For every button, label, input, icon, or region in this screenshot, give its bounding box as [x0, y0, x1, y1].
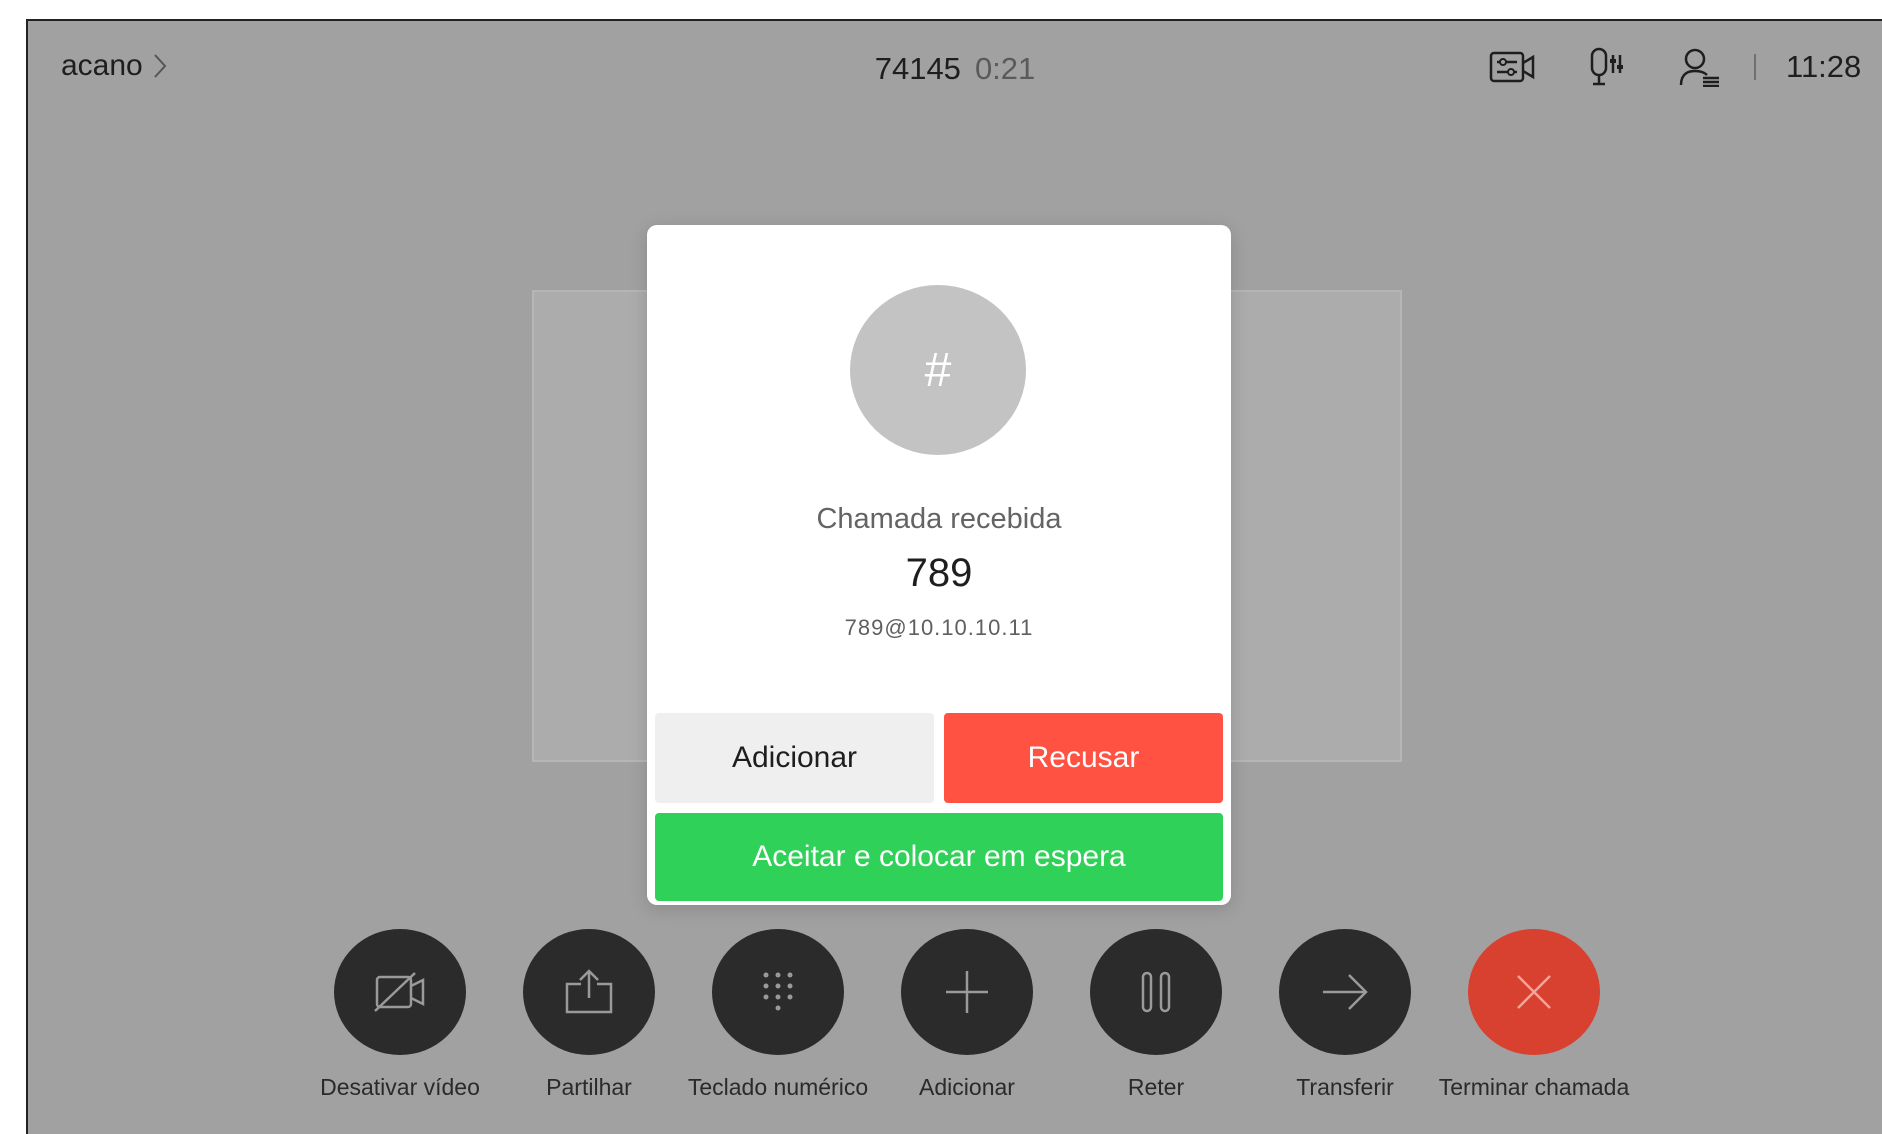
keypad-button-circle[interactable] [712, 929, 844, 1055]
caller-uri: 789@10.10.10.11 [844, 615, 1034, 640]
hold-button[interactable]: Reter [1056, 929, 1256, 1103]
participants-icon[interactable] [1676, 45, 1724, 89]
clock: 11:28 [1786, 49, 1862, 84]
transfer-button-circle[interactable] [1279, 929, 1411, 1055]
video-off-button[interactable]: Desativar vídeo [300, 929, 500, 1103]
status-area: 11:28 [1442, 45, 1882, 89]
end-call-button-circle[interactable] [1468, 929, 1600, 1055]
close-icon [1517, 975, 1551, 1009]
control-label: Adicionar [919, 1074, 1015, 1100]
incoming-call-title: Chamada recebida [816, 503, 1062, 535]
control-label: Reter [1127, 1074, 1185, 1100]
pause-icon [1141, 971, 1171, 1013]
hold-button-circle[interactable] [1090, 929, 1222, 1055]
plus-icon [946, 971, 988, 1013]
top-bar: acano 74145 0:21 11:28 [28, 21, 1882, 117]
end-call-button[interactable]: Terminar chamada [1434, 929, 1634, 1103]
status-divider [1754, 54, 1756, 80]
share-icon [565, 969, 613, 1014]
add-button[interactable]: Adicionar [867, 929, 1067, 1103]
video-off-button-circle[interactable] [334, 929, 466, 1055]
accept-and-hold-button[interactable]: Aceitar e colocar em espera [655, 813, 1223, 901]
decline-button[interactable]: Recusar [944, 713, 1223, 803]
video-off-icon [374, 972, 425, 1012]
control-label: Terminar chamada [1438, 1074, 1630, 1100]
add-call-button[interactable]: Adicionar [655, 713, 934, 803]
caller-name: 789 [905, 551, 973, 595]
call-number: 74145 [874, 51, 961, 86]
add-button-circle[interactable] [901, 929, 1033, 1055]
keypad-icon [763, 972, 793, 1011]
call-duration: 0:21 [974, 51, 1036, 86]
keypad-button[interactable]: Teclado numérico [678, 929, 878, 1103]
microphone-settings-icon[interactable] [1582, 45, 1630, 89]
transfer-button[interactable]: Transferir [1245, 929, 1445, 1103]
control-label: Teclado numérico [687, 1074, 869, 1100]
avatar: # [850, 285, 1026, 455]
control-label: Desativar vídeo [320, 1074, 480, 1100]
incoming-call-dialog: # Chamada recebida 789 789@10.10.10.11 A… [647, 225, 1231, 905]
arrow-right-icon [1323, 974, 1368, 1010]
share-button-circle[interactable] [523, 929, 655, 1055]
share-button[interactable]: Partilhar [489, 929, 689, 1103]
control-label: Transferir [1296, 1074, 1394, 1100]
camera-settings-icon[interactable] [1488, 45, 1536, 89]
control-label: Partilhar [546, 1074, 632, 1100]
